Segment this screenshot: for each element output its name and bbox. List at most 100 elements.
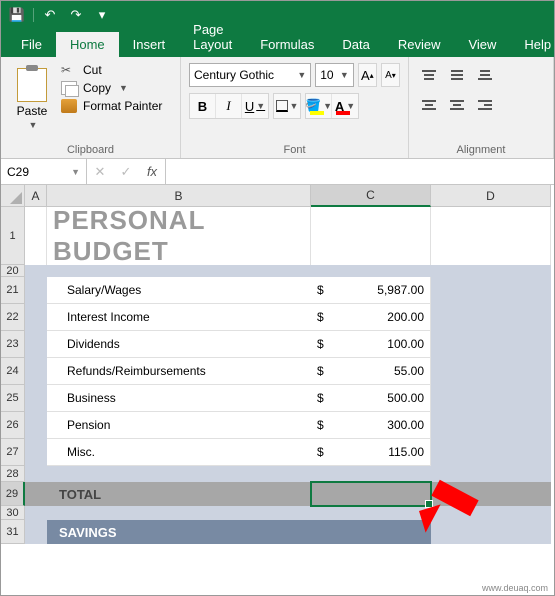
tab-file[interactable]: File [7, 32, 56, 57]
redo-button[interactable]: ↷ [66, 5, 86, 25]
align-right-button[interactable] [473, 93, 497, 117]
income-label[interactable]: Dividends [47, 331, 311, 358]
font-name-combo[interactable]: Century Gothic ▼ [189, 63, 311, 87]
font-color-button[interactable]: A ▼ [332, 94, 358, 118]
row-header[interactable]: 20 [1, 265, 25, 277]
paste-button[interactable]: Paste ▼ [9, 61, 55, 137]
row-header[interactable]: 29 [1, 482, 25, 506]
cell[interactable] [431, 412, 551, 439]
cell[interactable] [311, 207, 431, 265]
tab-formulas[interactable]: Formulas [246, 32, 328, 57]
formula-input[interactable] [166, 159, 554, 184]
income-amount[interactable]: $500.00 [311, 385, 431, 412]
income-label[interactable]: Salary/Wages [47, 277, 311, 304]
accept-formula-button[interactable]: ✓ [113, 159, 139, 184]
row-header[interactable]: 1 [1, 207, 25, 265]
tab-home[interactable]: Home [56, 32, 119, 57]
column-header-a[interactable]: A [25, 185, 47, 207]
cell[interactable] [25, 304, 47, 331]
cell[interactable] [311, 466, 431, 482]
cell[interactable] [431, 482, 551, 506]
column-header-d[interactable]: D [431, 185, 551, 207]
total-label[interactable]: TOTAL [47, 482, 311, 506]
cell[interactable] [25, 412, 47, 439]
decrease-font-button[interactable]: A▾ [381, 63, 400, 87]
fill-color-button[interactable]: 🪣 ▼ [306, 94, 332, 118]
row-header[interactable]: 27 [1, 439, 25, 466]
cell[interactable] [47, 506, 311, 520]
cell[interactable] [47, 265, 311, 277]
align-top-button[interactable] [417, 63, 441, 87]
tab-data[interactable]: Data [328, 32, 383, 57]
tab-page-layout[interactable]: Page Layout [179, 17, 246, 57]
customize-qat-button[interactable]: ▾ [92, 5, 112, 25]
cell[interactable] [25, 439, 47, 466]
cell[interactable] [311, 520, 431, 544]
column-header-c[interactable]: C [311, 185, 431, 207]
cell[interactable] [431, 520, 551, 544]
income-label[interactable]: Interest Income [47, 304, 311, 331]
copy-button[interactable]: Copy ▼ [61, 81, 162, 95]
cancel-formula-button[interactable]: ✕ [87, 159, 113, 184]
bold-button[interactable]: B [190, 94, 216, 118]
cut-button[interactable]: ✂ Cut [61, 63, 162, 77]
savings-header[interactable]: SAVINGS [47, 520, 311, 544]
borders-button[interactable]: ▼ [274, 94, 300, 118]
tab-help[interactable]: Help [510, 32, 555, 57]
income-label[interactable]: Refunds/Reimbursements [47, 358, 311, 385]
cell[interactable] [25, 277, 47, 304]
insert-function-button[interactable]: fx [139, 159, 165, 184]
cell[interactable] [431, 207, 551, 265]
cell[interactable] [431, 331, 551, 358]
row-header[interactable]: 22 [1, 304, 25, 331]
cell[interactable] [25, 385, 47, 412]
row-header[interactable]: 31 [1, 520, 25, 544]
income-label[interactable]: Misc. [47, 439, 311, 466]
active-cell[interactable] [311, 482, 431, 506]
align-left-button[interactable] [417, 93, 441, 117]
cell[interactable] [311, 506, 431, 520]
income-amount[interactable]: $115.00 [311, 439, 431, 466]
align-bottom-button[interactable] [473, 63, 497, 87]
underline-button[interactable]: U▼ [242, 94, 268, 118]
increase-font-button[interactable]: A▴ [358, 63, 377, 87]
cell[interactable] [25, 506, 47, 520]
font-size-combo[interactable]: 10 ▼ [315, 63, 354, 87]
cell[interactable] [431, 385, 551, 412]
tab-review[interactable]: Review [384, 32, 455, 57]
cell[interactable] [431, 265, 551, 277]
cell[interactable] [431, 358, 551, 385]
undo-button[interactable]: ↶ [40, 5, 60, 25]
cell[interactable] [431, 304, 551, 331]
row-header[interactable]: 24 [1, 358, 25, 385]
cell[interactable] [25, 331, 47, 358]
align-center-button[interactable] [445, 93, 469, 117]
cell[interactable] [311, 265, 431, 277]
cell[interactable] [47, 466, 311, 482]
cell[interactable] [25, 520, 47, 544]
cell[interactable] [25, 466, 47, 482]
align-middle-button[interactable] [445, 63, 469, 87]
row-header[interactable]: 21 [1, 277, 25, 304]
cell[interactable] [25, 207, 47, 265]
cell[interactable] [25, 482, 47, 506]
select-all-button[interactable] [1, 185, 25, 207]
tab-view[interactable]: View [454, 32, 510, 57]
row-header[interactable]: 28 [1, 466, 25, 482]
cell[interactable] [431, 439, 551, 466]
italic-button[interactable]: I [216, 94, 242, 118]
income-label[interactable]: Business [47, 385, 311, 412]
cell[interactable] [25, 358, 47, 385]
income-amount[interactable]: $200.00 [311, 304, 431, 331]
cell[interactable] [431, 277, 551, 304]
cell[interactable] [431, 466, 551, 482]
sheet-title[interactable]: PERSONAL BUDGET [47, 207, 311, 265]
save-button[interactable]: 💾 [7, 5, 27, 25]
income-amount[interactable]: $300.00 [311, 412, 431, 439]
tab-insert[interactable]: Insert [119, 32, 180, 57]
format-painter-button[interactable]: Format Painter [61, 99, 162, 113]
income-amount[interactable]: $55.00 [311, 358, 431, 385]
name-box[interactable]: C29 ▼ [1, 159, 87, 184]
row-header[interactable]: 30 [1, 506, 25, 520]
income-label[interactable]: Pension [47, 412, 311, 439]
